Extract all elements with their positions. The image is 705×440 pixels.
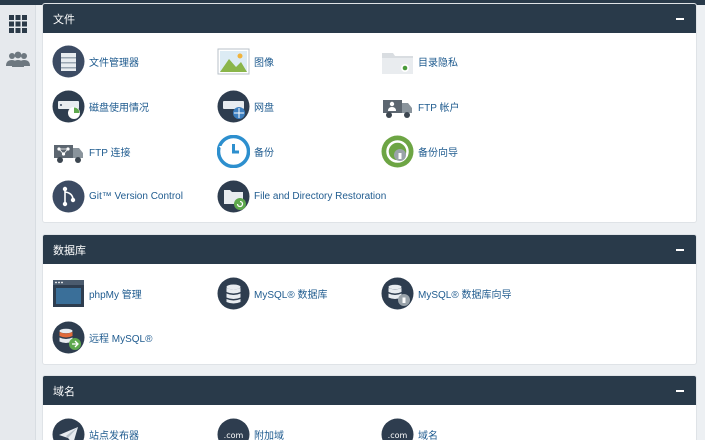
mysql-databases-label: MySQL® 数据库 — [254, 289, 328, 301]
backup-link[interactable]: 备份 — [217, 132, 274, 170]
files-panel-header[interactable]: 文件 — [43, 4, 696, 33]
directory-privacy-label: 目录隐私 — [418, 57, 458, 69]
collapse-icon[interactable] — [664, 4, 696, 33]
disk-usage-link[interactable]: 磁盘使用情况 — [52, 87, 149, 125]
mysql-wizard-link[interactable]: MySQL® 数据库向导 — [381, 274, 512, 312]
mysql-databases-link[interactable]: MySQL® 数据库 — [217, 274, 328, 312]
domains-label: 域名 — [418, 430, 438, 440]
images-link[interactable]: 图像 — [217, 42, 274, 80]
directory-privacy-link[interactable]: 目录隐私 — [381, 42, 458, 80]
domains-panel: 域名 站点发布器 .com 附加域 .com 域名 — [42, 375, 697, 440]
collapse-icon[interactable] — [664, 376, 696, 405]
remote-mysql-link[interactable]: 远程 MySQL® — [52, 318, 153, 356]
svg-text:.com: .com — [224, 431, 244, 440]
ftp-accounts-label: FTP 帐户 — [418, 102, 460, 114]
domains-icon: .com — [381, 418, 414, 440]
directory-privacy-icon — [382, 52, 413, 74]
phpmyadmin-label: phpMy 管理 — [89, 289, 142, 301]
file-restoration-icon — [217, 180, 250, 212]
addon-domains-label: 附加域 — [254, 430, 284, 440]
backup-wizard-icon — [381, 135, 414, 167]
databases-panel: 数据库 phpMy 管理 MySQL® 数据库 MySQL® 数据库向导 远程 … — [42, 234, 697, 365]
apps-grid-icon[interactable] — [6, 12, 30, 36]
domains-link[interactable]: .com 域名 — [381, 415, 438, 440]
mysql-databases-icon — [217, 277, 250, 309]
remote-mysql-label: 远程 MySQL® — [89, 333, 153, 345]
domains-panel-header[interactable]: 域名 — [43, 376, 696, 405]
files-panel-title: 文件 — [53, 13, 75, 26]
file-manager-label: 文件管理器 — [89, 57, 139, 69]
ftp-connections-icon — [54, 144, 83, 163]
remote-mysql-icon — [52, 321, 85, 353]
databases-panel-title: 数据库 — [53, 244, 86, 257]
mysql-wizard-label: MySQL® 数据库向导 — [418, 289, 512, 301]
images-icon — [217, 48, 250, 74]
svg-text:.com: .com — [388, 431, 408, 440]
web-disk-link[interactable]: 网盘 — [217, 87, 274, 125]
images-label: 图像 — [254, 57, 274, 69]
git-icon — [52, 180, 85, 212]
site-publisher-link[interactable]: 站点发布器 — [52, 415, 139, 440]
domains-panel-title: 域名 — [53, 385, 75, 398]
web-disk-label: 网盘 — [254, 102, 274, 114]
backup-label: 备份 — [254, 147, 274, 159]
files-panel: 文件 文件管理器 图像 目录隐私 磁盘使用情况 网盘 FTP 帐户 FTP 连接… — [42, 3, 697, 223]
ftp-connections-link[interactable]: FTP 连接 — [52, 132, 130, 170]
file-restoration-label: File and Directory Restoration — [254, 190, 387, 202]
web-disk-icon — [217, 90, 250, 122]
ftp-connections-label: FTP 连接 — [89, 147, 131, 159]
ftp-accounts-icon — [383, 99, 412, 118]
sidebar — [0, 5, 36, 440]
databases-panel-header[interactable]: 数据库 — [43, 235, 696, 264]
backup-wizard-link[interactable]: 备份向导 — [381, 132, 458, 170]
ftp-accounts-link[interactable]: FTP 帐户 — [381, 87, 459, 125]
disk-usage-icon — [52, 90, 85, 122]
collapse-icon[interactable] — [664, 235, 696, 264]
phpmyadmin-link[interactable]: phpMy 管理 — [52, 274, 142, 312]
git-link[interactable]: Git™ Version Control — [52, 177, 183, 215]
site-publisher-icon — [52, 418, 85, 440]
site-publisher-label: 站点发布器 — [89, 430, 139, 440]
addon-domains-icon: .com — [217, 418, 250, 440]
backup-wizard-label: 备份向导 — [418, 147, 458, 159]
file-manager-link[interactable]: 文件管理器 — [52, 42, 139, 80]
phpmyadmin-icon — [53, 279, 84, 307]
file-manager-icon — [52, 45, 85, 77]
file-restoration-link[interactable]: File and Directory Restoration — [217, 177, 386, 215]
backup-icon — [217, 134, 250, 168]
users-icon[interactable] — [6, 47, 30, 71]
addon-domains-link[interactable]: .com 附加域 — [217, 415, 284, 440]
mysql-wizard-icon — [381, 277, 414, 309]
disk-usage-label: 磁盘使用情况 — [89, 102, 149, 114]
git-label: Git™ Version Control — [89, 190, 183, 202]
